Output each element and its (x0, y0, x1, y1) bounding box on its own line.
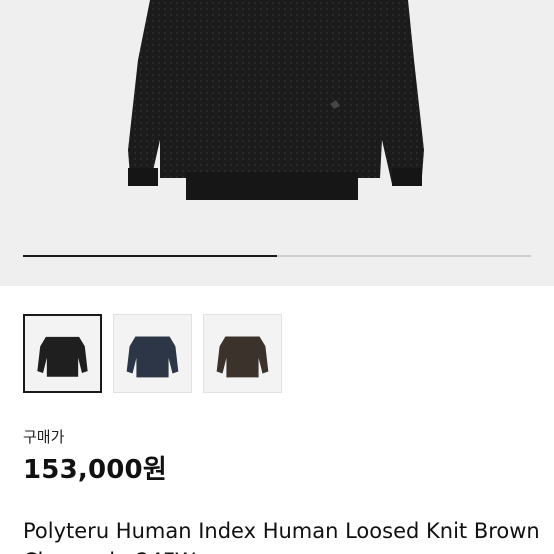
gallery-progress-bar (23, 255, 531, 257)
thumbnail-black[interactable] (23, 314, 102, 393)
gallery-progress-fill (23, 255, 277, 257)
sweater-thumbnail-icon (126, 336, 179, 378)
sweater-thumbnail-icon (216, 336, 269, 378)
product-title: Polyteru Human Index Human Loosed Knit B… (23, 519, 540, 554)
sweater-thumbnail-icon (37, 336, 88, 377)
thumbnail-brown[interactable] (203, 314, 282, 393)
sweater-image (128, 0, 424, 200)
price-label: 구매가 (23, 428, 65, 446)
thumbnail-strip (23, 314, 282, 393)
price-value: 153,000원 (23, 455, 167, 485)
thumbnail-navy[interactable] (113, 314, 192, 393)
product-image-area[interactable] (0, 0, 554, 286)
